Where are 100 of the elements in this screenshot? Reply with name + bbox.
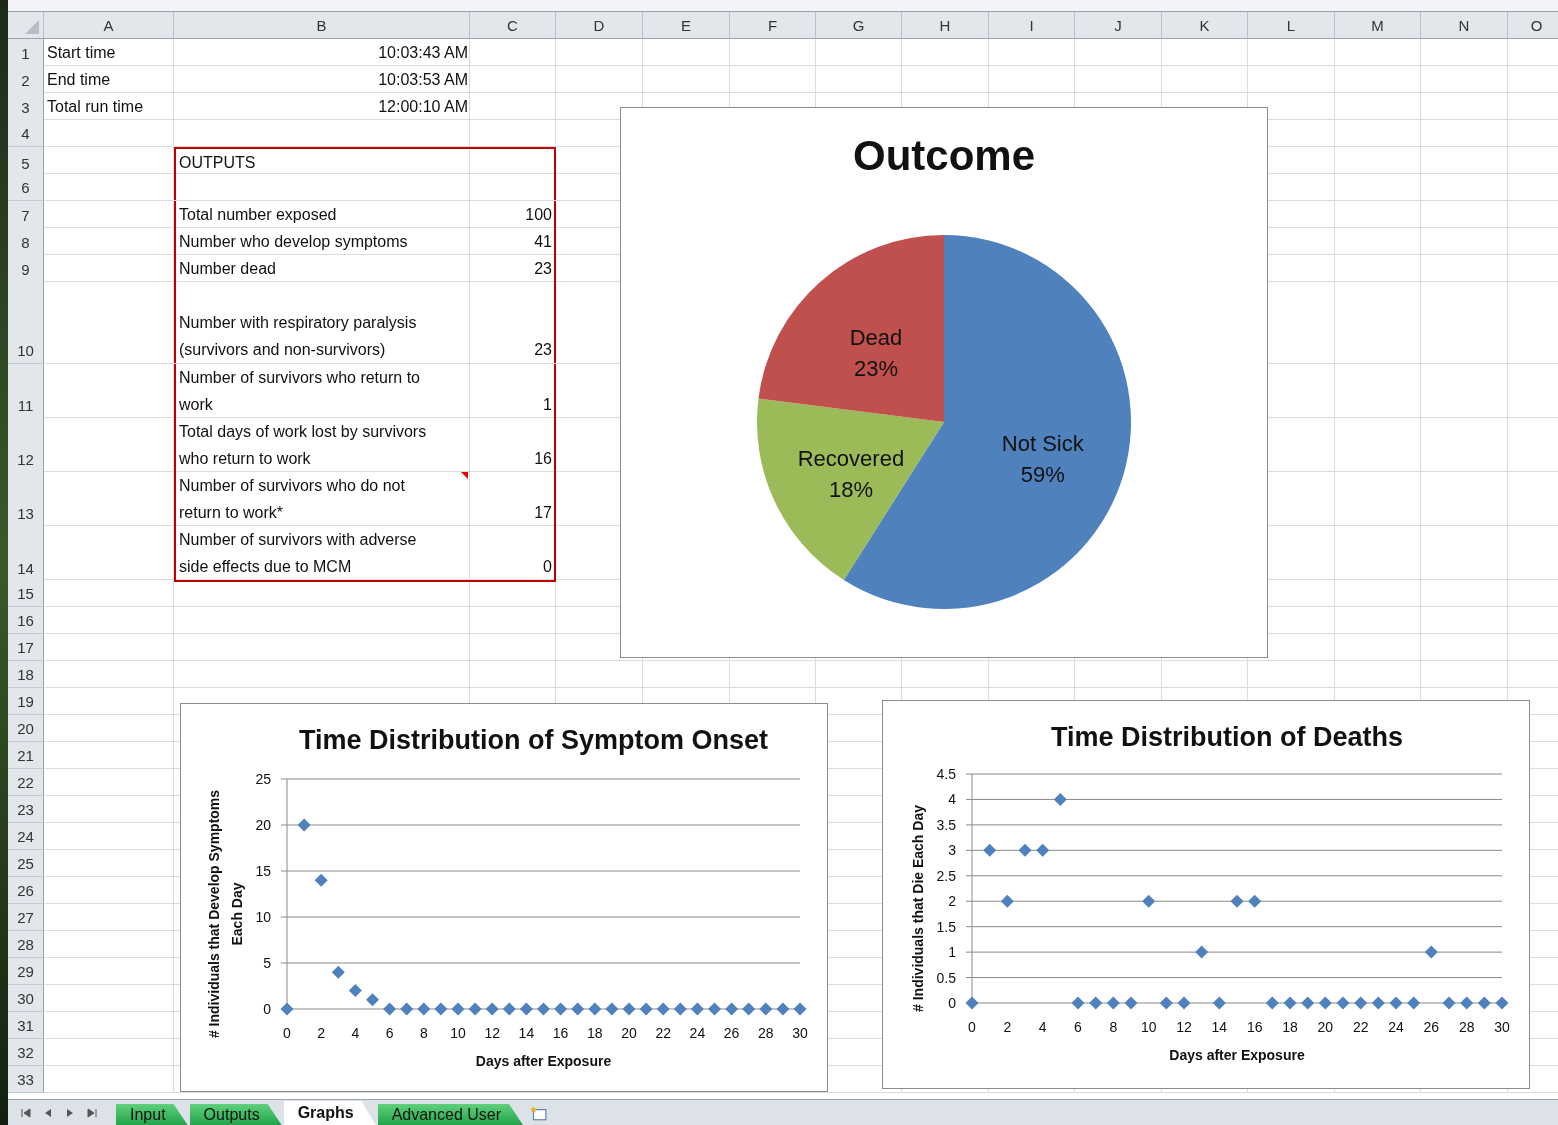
data-point: [1283, 996, 1297, 1010]
table-cell-text: Total run time: [46, 97, 145, 117]
comment-indicator-icon[interactable]: [461, 472, 468, 479]
data-point: [297, 818, 311, 832]
column-header[interactable]: D: [556, 12, 643, 39]
first-sheet-icon[interactable]: [19, 1106, 33, 1120]
tick-label: 0: [948, 995, 956, 1011]
column-header[interactable]: N: [1421, 12, 1508, 39]
tick-label: 30: [792, 1025, 808, 1041]
table-cell-text: Number dead: [178, 259, 277, 279]
data-point: [725, 1002, 739, 1016]
axis-title: # Individuals that Die Each Day: [910, 805, 926, 1012]
tick-label: 0: [283, 1025, 291, 1041]
column-header[interactable]: O: [1508, 12, 1558, 39]
column-header[interactable]: M: [1335, 12, 1421, 39]
row-header[interactable]: 7: [8, 201, 44, 229]
data-point: [366, 993, 379, 1007]
tick-label: 20: [621, 1025, 637, 1041]
data-point: [1301, 996, 1315, 1010]
tick-label: 2.5: [936, 867, 956, 884]
column-header[interactable]: L: [1248, 12, 1335, 39]
row-header[interactable]: 10: [8, 282, 44, 364]
column-header[interactable]: J: [1075, 12, 1162, 39]
row-header[interactable]: 11: [8, 364, 44, 419]
tick-label: 24: [1388, 1019, 1404, 1035]
data-point: [348, 984, 362, 998]
chart-panel[interactable]: Outcome Not Sick 59% Recovered 18% Dead 23%: [620, 107, 1268, 658]
table-cell-text: 0: [542, 557, 553, 577]
chart-panel[interactable]: Time Distribution of Symptom Onset 0 5 10 15 20 25 0 2 4 6 8 10 12 14 16 18 20 22 24 26 28 30 Days after Exposure # Individuals that Develop Symptoms Each Day: [180, 703, 828, 1092]
chart-title: Outcome: [853, 132, 1035, 179]
column-header[interactable]: C: [470, 12, 556, 39]
tick-label: 28: [1458, 1019, 1475, 1035]
data-point: [571, 1002, 585, 1016]
data-point: [1495, 996, 1509, 1010]
data-point: [656, 1002, 670, 1016]
row-header[interactable]: 16: [8, 607, 44, 634]
row-header[interactable]: 26: [8, 877, 44, 904]
sheet-tab[interactable]: Graphs: [283, 1101, 376, 1125]
row-header[interactable]: 29: [8, 958, 44, 985]
row-header[interactable]: 14: [8, 526, 44, 582]
row-header[interactable]: 33: [8, 1066, 44, 1093]
row-header[interactable]: 30: [8, 985, 44, 1012]
column-header[interactable]: E: [643, 12, 730, 39]
sheet-tab[interactable]: Input: [116, 1104, 188, 1125]
tick-label: 22: [655, 1025, 671, 1041]
row-header[interactable]: 13: [8, 472, 44, 527]
tick-label: 0: [263, 1001, 271, 1017]
row-header[interactable]: 6: [8, 174, 44, 201]
column-header[interactable]: B: [174, 12, 470, 39]
table-cell-text: Number of survivors who do not return to work*: [178, 476, 406, 523]
column-header[interactable]: F: [730, 12, 816, 39]
row-header[interactable]: 1: [8, 39, 44, 67]
data-point: [1212, 996, 1226, 1010]
table-cell-text: 16: [533, 449, 553, 469]
insert-sheet-icon[interactable]: [529, 1104, 548, 1122]
tick-label: 14: [1211, 1019, 1228, 1035]
row-header[interactable]: 24: [8, 823, 44, 850]
row-header[interactable]: 21: [8, 742, 44, 769]
row-header[interactable]: 23: [8, 796, 44, 823]
table-cell-text: Number with respiratory paralysis (survivors and non-survivors): [178, 313, 418, 360]
row-header[interactable]: 8: [8, 228, 44, 256]
data-point: [759, 1002, 773, 1016]
tick-label: 4.5: [936, 766, 956, 782]
row-header[interactable]: 9: [8, 255, 44, 283]
row-header[interactable]: 5: [8, 147, 44, 177]
data-point: [965, 996, 979, 1010]
data-point: [417, 1002, 431, 1016]
row-header[interactable]: 2: [8, 66, 44, 94]
data-point: [1142, 894, 1156, 908]
table-cell-text: Start time: [46, 43, 117, 63]
column-header[interactable]: H: [902, 12, 989, 39]
row-header[interactable]: 3: [8, 93, 44, 121]
data-point: [554, 1002, 568, 1016]
row-header[interactable]: 22: [8, 769, 44, 796]
row-header[interactable]: 12: [8, 418, 44, 473]
column-header[interactable]: I: [989, 12, 1075, 39]
sheet-tab[interactable]: Advanced User: [377, 1104, 524, 1125]
tick-label: 28: [758, 1025, 774, 1041]
tick-label: 12: [484, 1025, 500, 1041]
last-sheet-icon[interactable]: [85, 1106, 99, 1120]
tick-label: 22: [1352, 1019, 1369, 1035]
row-header[interactable]: 4: [8, 120, 44, 147]
tick-label: 0.5: [936, 969, 956, 986]
column-header[interactable]: G: [816, 12, 902, 39]
sheet-tab[interactable]: Outputs: [189, 1104, 282, 1125]
row-header[interactable]: 32: [8, 1039, 44, 1066]
data-point: [1000, 894, 1014, 908]
row-header[interactable]: 17: [8, 634, 44, 661]
row-header[interactable]: 18: [8, 661, 44, 688]
tick-label: 16: [552, 1025, 569, 1041]
row-header[interactable]: 20: [8, 715, 44, 742]
row-header[interactable]: 25: [8, 850, 44, 877]
column-header[interactable]: K: [1162, 12, 1248, 39]
row-header[interactable]: 19: [8, 688, 44, 715]
row-header[interactable]: 15: [8, 580, 44, 607]
row-header[interactable]: 31: [8, 1012, 44, 1039]
column-header[interactable]: A: [44, 12, 174, 39]
data-point: [1124, 996, 1138, 1010]
row-header[interactable]: 28: [8, 931, 44, 958]
row-header[interactable]: 27: [8, 904, 44, 931]
